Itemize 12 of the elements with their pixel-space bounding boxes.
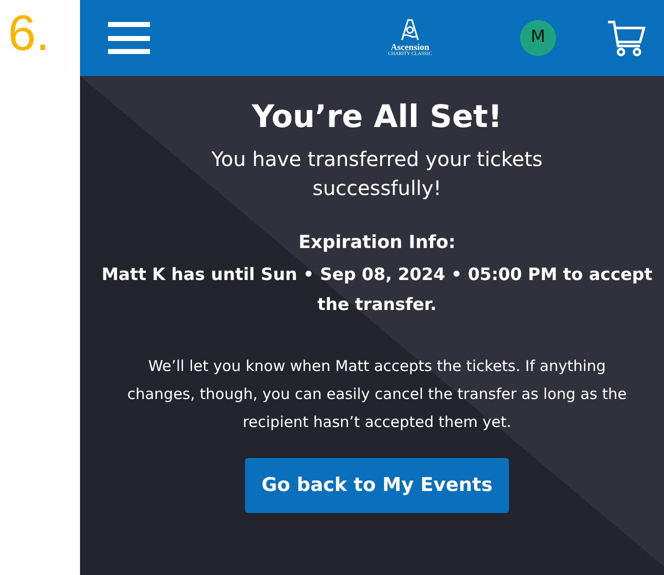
expiration-heading: Expiration Info:: [298, 230, 456, 254]
back-button[interactable]: Go back to My Events: [245, 458, 509, 512]
expiration-text: Matt K has until Sun • Sep 08, 2024 • 05:00 PM to accept the transfer.: [100, 264, 654, 316]
logo-name: Ascension: [390, 42, 430, 52]
cart-icon[interactable]: [606, 18, 646, 58]
avatar[interactable]: M: [520, 20, 556, 56]
subtitle: You have transferred your tickets successfully!: [210, 146, 544, 202]
title: You’re All Set!: [252, 98, 502, 137]
step-number: 6.: [8, 8, 51, 58]
arch-icon: [398, 18, 421, 42]
menu-icon[interactable]: [108, 22, 150, 54]
note-text: We’ll let you know when Matt accepts the tickets. If anything changes, though, you can easily cancel the transfer as long as the recipient hasn’t accepted them yet.: [126, 356, 628, 432]
